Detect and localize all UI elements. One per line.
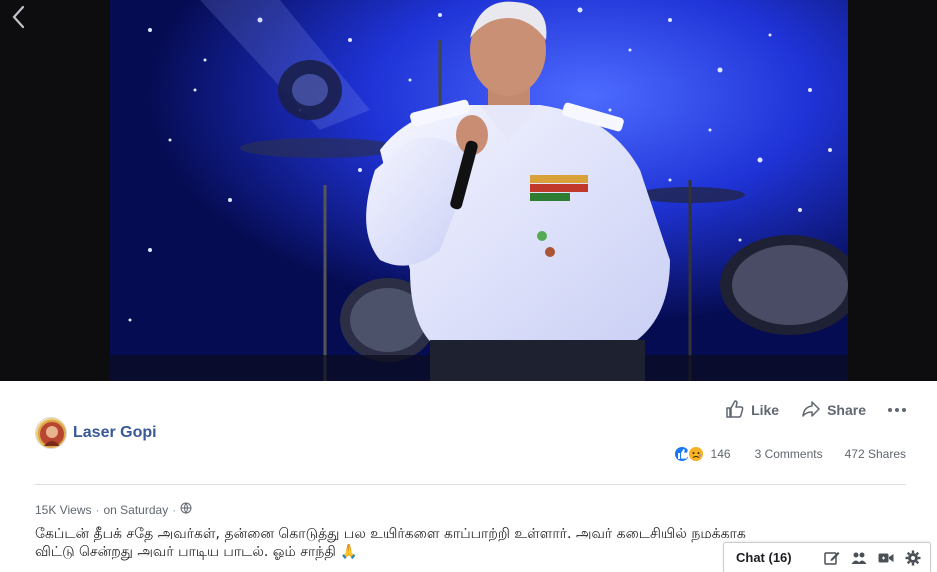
post-time[interactable]: on Saturday — [103, 503, 168, 517]
share-arrow-icon — [801, 399, 821, 422]
caption-line: கேப்டன் தீபக் சதே அவர்கள், தன்னை கொடுத்த… — [35, 526, 746, 542]
video-camera-icon[interactable] — [877, 549, 895, 567]
share-label: Share — [827, 402, 866, 418]
group-icon[interactable] — [850, 549, 868, 567]
author-name[interactable]: Laser Gopi — [73, 424, 157, 442]
comments-count[interactable]: 3 Comments — [755, 447, 823, 461]
chat-label[interactable]: Chat (16) — [736, 550, 823, 565]
globe-icon[interactable] — [180, 502, 192, 517]
thumbs-up-icon — [725, 399, 745, 422]
gear-icon[interactable] — [904, 549, 922, 567]
back-arrow-icon[interactable] — [8, 4, 30, 30]
reaction-icons[interactable] — [672, 445, 705, 463]
view-count: 15K Views — [35, 502, 92, 517]
ellipsis-icon[interactable] — [888, 407, 906, 413]
divider — [35, 484, 906, 485]
separator-dot: · — [172, 502, 177, 517]
post-meta: 15K Views · on Saturday · — [35, 502, 192, 517]
video-player[interactable] — [0, 0, 937, 381]
chat-tab[interactable]: Chat (16) — [723, 542, 931, 572]
post-actions: Like Share — [725, 399, 906, 422]
like-button[interactable]: Like — [725, 399, 779, 422]
reaction-count[interactable]: 146 — [711, 447, 731, 461]
like-label: Like — [751, 402, 780, 418]
post-author: Laser Gopi — [35, 417, 157, 449]
compose-icon[interactable] — [823, 549, 841, 567]
separator-dot: · — [95, 502, 100, 517]
video-frame[interactable] — [110, 0, 848, 381]
sad-reaction-icon — [686, 445, 705, 463]
post-stats: 146 3 Comments 472 Shares — [672, 445, 906, 463]
avatar[interactable] — [35, 417, 67, 449]
shares-count[interactable]: 472 Shares — [845, 447, 906, 461]
chat-toolbar — [823, 549, 930, 567]
share-button[interactable]: Share — [801, 399, 866, 422]
